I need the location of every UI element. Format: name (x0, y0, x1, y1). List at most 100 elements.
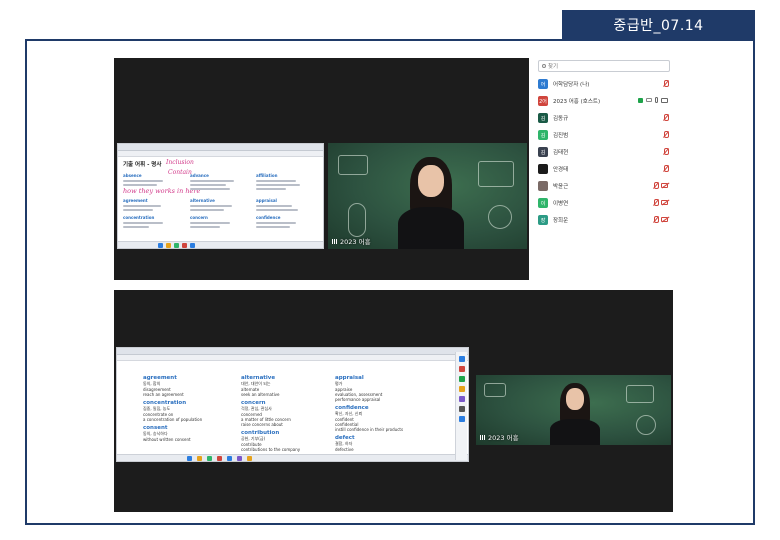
camera-off-icon[interactable] (661, 217, 668, 222)
participant-row[interactable]: 2어 2023 어흥 (호스트) (538, 95, 672, 107)
text-tool-icon[interactable] (459, 396, 465, 402)
participant-row[interactable]: 안경태 (538, 163, 672, 175)
chalk-doodle (488, 205, 512, 229)
chalk-doodle (636, 415, 656, 435)
word-example: instill confidence in their products (335, 427, 404, 432)
person-face (418, 165, 444, 197)
mic-muted-icon[interactable] (663, 80, 669, 87)
chalk-doodle (348, 203, 366, 237)
participant-status (663, 165, 669, 172)
taskbar-app-icon[interactable] (197, 456, 202, 461)
mic-on-icon[interactable] (655, 97, 658, 103)
slide-content: agreement 동의, 합의 disagreement reach an a… (117, 361, 468, 456)
avatar-initial: 2어 (539, 98, 547, 105)
participant-name: 안경태 (553, 167, 569, 173)
undo-icon[interactable] (459, 416, 465, 422)
shape-tool-icon[interactable] (459, 386, 465, 392)
mic-muted-icon[interactable] (653, 216, 659, 223)
participant-row[interactable]: 김 김동규 (538, 112, 672, 124)
word-example: raise concerns about (241, 422, 283, 427)
participant-name: 2023 어흥 (488, 434, 519, 442)
screen-share-icon (638, 97, 643, 103)
participant-name-label: 2023 어흥 (480, 432, 519, 442)
chalk-doodle (484, 383, 506, 397)
word-head: agreement (123, 198, 148, 203)
participant-row[interactable]: 어 어학담당자 (나) (538, 78, 672, 90)
text-line (123, 209, 153, 211)
browser-tabbar (118, 144, 323, 151)
mic-muted-icon[interactable] (653, 182, 659, 189)
shared-screen-top[interactable]: 기출 어휘 - 명사 Inclusion Contain how they wo… (117, 143, 324, 249)
marker-tool-icon[interactable] (459, 376, 465, 382)
participant-status (653, 199, 668, 206)
mic-muted-icon[interactable] (663, 148, 669, 155)
taskbar-app-icon[interactable] (247, 456, 252, 461)
person-body (398, 207, 464, 249)
person-face (566, 388, 584, 410)
mic-muted-icon[interactable] (663, 165, 669, 172)
taskbar-app-icon[interactable] (227, 456, 232, 461)
taskbar-app-icon[interactable] (174, 243, 179, 248)
participant-row[interactable]: 김 김진범 (538, 129, 672, 141)
search-icon (542, 64, 546, 68)
participant-row[interactable]: 장 장희운 (538, 214, 672, 226)
word-column: agreement 동의, 합의 disagreement reach an a… (143, 375, 238, 442)
shared-screen-bottom[interactable]: agreement 동의, 합의 disagreement reach an a… (116, 347, 469, 462)
participant-row[interactable]: 김 김태현 (538, 146, 672, 158)
camera-on-icon[interactable] (661, 97, 668, 103)
text-line (256, 188, 286, 190)
participant-search-input[interactable]: 찾기 (538, 60, 670, 72)
participant-row[interactable]: 이 이병연 (538, 197, 672, 209)
taskbar-app-icon[interactable] (217, 456, 222, 461)
taskbar-app-icon[interactable] (207, 456, 212, 461)
eraser-tool-icon[interactable] (459, 406, 465, 412)
mic-muted-icon[interactable] (663, 114, 669, 121)
word-head: appraisal (256, 198, 277, 203)
avatar: 장 (538, 215, 548, 225)
taskbar-app-icon[interactable] (190, 243, 195, 248)
annotation-toolbar (455, 352, 467, 460)
avatar-initial: 김 (540, 149, 546, 156)
word-example: a concentration of population (143, 417, 203, 422)
word-example: reach an agreement (143, 392, 184, 397)
highlighter-tool-icon[interactable] (459, 366, 465, 372)
taskbar-app-icon[interactable] (237, 456, 242, 461)
participants-panel: 찾기 어 어학담당자 (나) 2어 2023 어흥 (호스트) 김 김동규 김 … (536, 58, 676, 238)
avatar: 김 (538, 113, 548, 123)
taskbar-app-icon[interactable] (182, 243, 187, 248)
word-column: alternative 대안, 대안이 되는 alternate seek an… (241, 375, 331, 452)
participant-name: 장희운 (553, 218, 569, 224)
avatar-initial: 김 (540, 132, 546, 139)
avatar: 2어 (538, 96, 548, 106)
taskbar (118, 241, 323, 248)
participant-video-tile[interactable]: 2023 어흥 (476, 375, 671, 445)
caption-icon[interactable] (646, 98, 652, 102)
word-column: affiliation appraisal confidence (256, 173, 316, 230)
text-line (256, 184, 300, 186)
participant-row[interactable]: 박윤근 (538, 180, 672, 192)
handwritten-note: Inclusion (166, 159, 194, 166)
word-head: concern (190, 215, 208, 220)
word-head: advance (190, 173, 209, 178)
signal-icon (480, 435, 486, 440)
participant-status (653, 216, 668, 223)
search-placeholder: 찾기 (548, 64, 559, 70)
participant-video-tile[interactable]: 2023 어흥 (328, 143, 527, 249)
camera-off-icon[interactable] (661, 183, 668, 188)
signal-icon (332, 239, 338, 244)
taskbar-app-icon[interactable] (187, 456, 192, 461)
word-head: absence (123, 173, 142, 178)
mic-muted-icon[interactable] (663, 131, 669, 138)
pen-tool-icon[interactable] (459, 356, 465, 362)
participant-status (663, 114, 669, 121)
mic-muted-icon[interactable] (653, 199, 659, 206)
taskbar-app-icon[interactable] (166, 243, 171, 248)
text-line (190, 188, 230, 190)
person-body (550, 419, 600, 445)
avatar: 이 (538, 198, 548, 208)
camera-off-icon[interactable] (661, 200, 668, 205)
word-example: without written consent (143, 437, 191, 442)
avatar: 김 (538, 130, 548, 140)
word-head: concentration (123, 215, 155, 220)
taskbar-app-icon[interactable] (158, 243, 163, 248)
